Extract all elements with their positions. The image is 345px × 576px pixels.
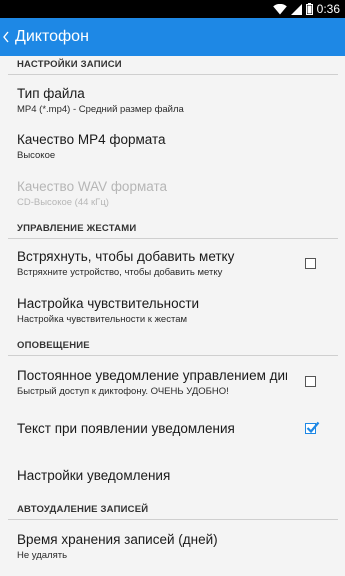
section-header-gestures: УПРАВЛЕНИЕ ЖЕСТАМИ bbox=[17, 223, 137, 234]
pref-persistent-notification[interactable]: Постоянное уведомление управлением дикт … bbox=[0, 368, 345, 397]
signal-icon bbox=[290, 3, 302, 15]
persistent-notification-checkbox[interactable] bbox=[305, 376, 316, 387]
pref-title: Тип файла bbox=[17, 86, 85, 101]
action-bar: Диктофон bbox=[0, 18, 345, 56]
checkmark-icon bbox=[306, 421, 320, 434]
pref-title: Постоянное уведомление управлением дикт bbox=[17, 368, 287, 383]
pref-summary: MP4 (*.mp4) - Средний размер файла bbox=[17, 104, 184, 115]
pref-summary: Не удалять bbox=[17, 550, 68, 561]
battery-icon bbox=[305, 3, 313, 15]
pref-summary: Встряхните устройство, чтобы добавить ме… bbox=[17, 267, 223, 278]
page-title: Диктофон bbox=[15, 28, 89, 45]
wifi-icon bbox=[272, 3, 287, 15]
status-bar: 0:36 bbox=[0, 0, 345, 18]
section-header-recording: НАСТРОЙКИ ЗАПИСИ bbox=[17, 59, 122, 70]
pref-notification-text[interactable]: Текст при появлении уведомления bbox=[0, 421, 345, 436]
pref-sensitivity[interactable]: Настройка чувствительности Настройка чув… bbox=[0, 296, 345, 325]
status-time: 0:36 bbox=[316, 2, 340, 16]
pref-notification-settings[interactable]: Настройки уведомления bbox=[0, 468, 345, 483]
pref-title: Настройка чувствительности bbox=[17, 296, 200, 311]
pref-retention[interactable]: Время хранения записей (дней) Не удалять bbox=[0, 532, 345, 561]
pref-wav-quality: Качество WAV формата CD-Высокое (44 кГц) bbox=[0, 179, 345, 208]
pref-title: Качество WAV формата bbox=[17, 179, 167, 194]
preferences-list[interactable]: НАСТРОЙКИ ЗАПИСИ Тип файла MP4 (*.mp4) -… bbox=[0, 56, 345, 576]
pref-summary: Настройка чувствительности к жестам bbox=[17, 314, 188, 325]
divider bbox=[8, 74, 338, 75]
notification-text-checkbox[interactable] bbox=[305, 421, 320, 434]
divider bbox=[8, 355, 338, 356]
pref-summary: Высокое bbox=[17, 150, 56, 161]
section-header-autodelete: АВТОУДАЛЕНИЕ ЗАПИСЕЙ bbox=[17, 504, 149, 515]
pref-title: Встряхнуть, чтобы добавить метку bbox=[17, 249, 235, 264]
divider bbox=[8, 519, 338, 520]
shake-mark-checkbox[interactable] bbox=[305, 258, 316, 269]
pref-title: Текст при появлении уведомления bbox=[17, 421, 235, 436]
pref-summary: CD-Высокое (44 кГц) bbox=[17, 197, 109, 208]
pref-title: Качество MP4 формата bbox=[17, 132, 166, 147]
section-header-notifications: ОПОВЕЩЕНИЕ bbox=[17, 340, 90, 351]
pref-mp4-quality[interactable]: Качество MP4 формата Высокое bbox=[0, 132, 345, 161]
pref-file-type[interactable]: Тип файла MP4 (*.mp4) - Средний размер ф… bbox=[0, 86, 345, 115]
back-chevron-icon[interactable] bbox=[2, 28, 14, 46]
divider bbox=[8, 238, 338, 239]
pref-shake-mark[interactable]: Встряхнуть, чтобы добавить метку Встряхн… bbox=[0, 249, 345, 278]
pref-title: Время хранения записей (дней) bbox=[17, 532, 218, 547]
pref-summary: Быстрый доступ к диктофону. ОЧЕНЬ УДОБНО… bbox=[17, 386, 229, 397]
pref-title: Настройки уведомления bbox=[17, 468, 171, 483]
